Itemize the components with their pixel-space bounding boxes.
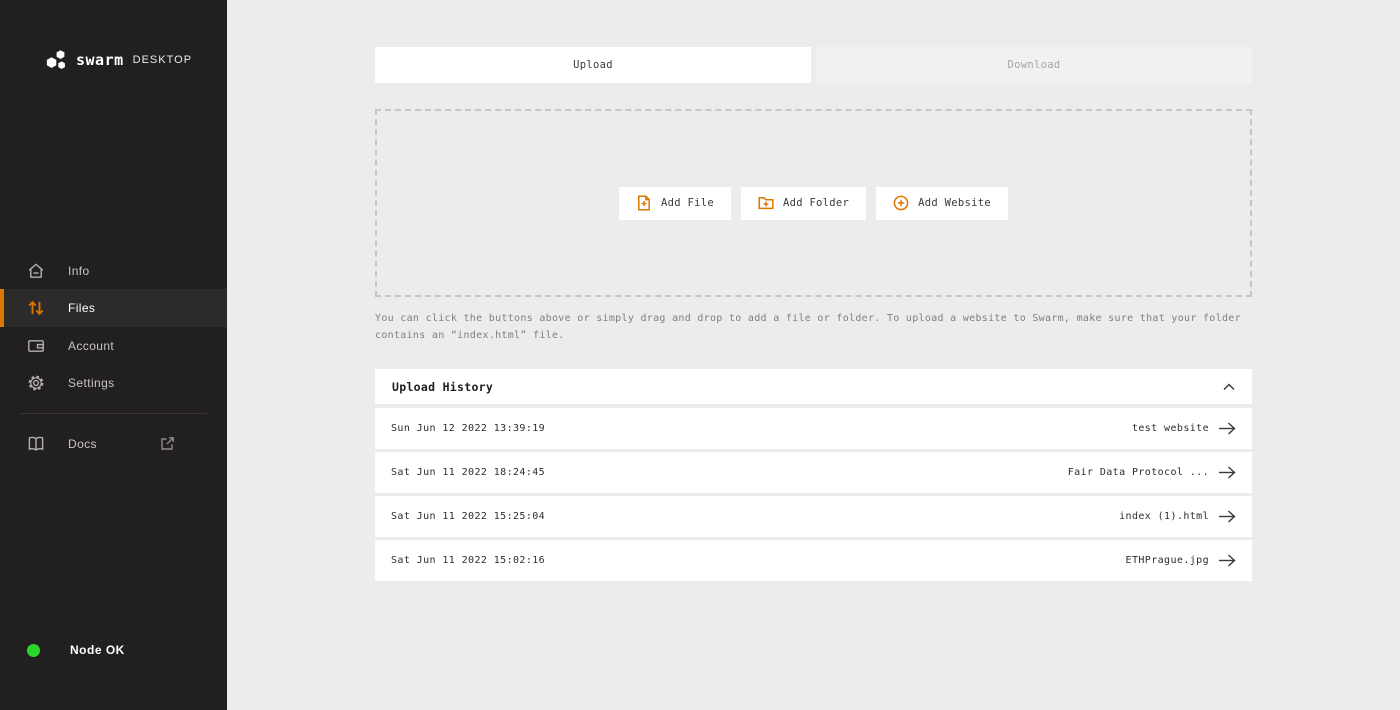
tab-upload[interactable]: Upload	[375, 47, 811, 83]
sidebar-item-docs[interactable]: Docs	[0, 425, 227, 462]
gear-icon	[27, 374, 45, 392]
add-folder-button[interactable]: Add Folder	[741, 187, 866, 220]
tab-upload-label: Upload	[573, 59, 613, 71]
external-link-icon	[159, 435, 176, 452]
upload-name: test website	[1132, 423, 1209, 434]
add-folder-label: Add Folder	[783, 197, 849, 209]
app-logo: swarm DESKTOP	[46, 49, 192, 70]
sidebar-item-label: Files	[68, 301, 95, 315]
upload-date: Sat Jun 11 2022 18:24:45	[391, 467, 545, 478]
swarm-logo-icon	[46, 49, 69, 70]
add-file-button[interactable]: Add File	[619, 187, 731, 220]
upload-date: Sat Jun 11 2022 15:25:04	[391, 511, 545, 522]
open-arrow-icon[interactable]	[1218, 422, 1236, 435]
upload-entry: ETHPrague.jpg	[1126, 554, 1236, 567]
add-file-label: Add File	[661, 197, 714, 209]
node-status-label: Node OK	[70, 643, 125, 657]
sidebar-item-label: Settings	[68, 376, 115, 390]
upload-download-tabs: Upload Download	[375, 47, 1252, 83]
upload-date: Sat Jun 11 2022 15:02:16	[391, 555, 545, 566]
tab-download[interactable]: Download	[816, 47, 1252, 83]
chevron-up-icon[interactable]	[1223, 383, 1235, 391]
book-icon	[27, 435, 45, 453]
upload-date: Sun Jun 12 2022 13:39:19	[391, 423, 545, 434]
node-status-dot	[27, 644, 40, 657]
upload-entry: test website	[1132, 422, 1236, 435]
sidebar-divider	[20, 413, 207, 414]
file-dropzone[interactable]: Add File Add Folder Add Website	[375, 109, 1252, 297]
folder-plus-icon	[758, 195, 774, 211]
upload-history-row[interactable]: Sat Jun 11 2022 15:02:16 ETHPrague.jpg	[375, 540, 1252, 581]
upload-history-row[interactable]: Sat Jun 11 2022 18:24:45 Fair Data Proto…	[375, 452, 1252, 493]
tab-download-label: Download	[1008, 59, 1061, 71]
upload-name: ETHPrague.jpg	[1126, 555, 1209, 566]
open-arrow-icon[interactable]	[1218, 466, 1236, 479]
brand-suffix: DESKTOP	[133, 54, 192, 66]
upload-history-row[interactable]: Sat Jun 11 2022 15:25:04 index (1).html	[375, 496, 1252, 537]
sidebar-item-settings[interactable]: Settings	[0, 364, 227, 401]
add-website-button[interactable]: Add Website	[876, 187, 1008, 220]
sidebar-item-label: Docs	[68, 437, 97, 451]
sidebar-item-label: Account	[68, 339, 114, 353]
dropzone-help-text: You can click the buttons above or simpl…	[375, 311, 1252, 344]
transfer-arrows-icon	[27, 299, 45, 317]
sidebar-item-files[interactable]: Files	[0, 289, 227, 327]
wallet-icon	[27, 337, 45, 355]
circle-plus-icon	[893, 195, 909, 211]
brand-name: swarm	[76, 51, 124, 69]
upload-entry: Fair Data Protocol ...	[1068, 466, 1236, 479]
upload-history-header[interactable]: Upload History	[375, 369, 1252, 404]
upload-history-row[interactable]: Sun Jun 12 2022 13:39:19 test website	[375, 408, 1252, 449]
sidebar-item-label: Info	[68, 264, 90, 278]
sidebar-nav: Info Files Account Settings	[0, 252, 227, 462]
sidebar-item-account[interactable]: Account	[0, 327, 227, 364]
file-plus-icon	[636, 195, 652, 211]
open-arrow-icon[interactable]	[1218, 554, 1236, 567]
upload-history: Upload History Sun Jun 12 2022 13:39:19 …	[375, 369, 1252, 584]
sidebar: swarm DESKTOP Info Files Account	[0, 0, 227, 710]
add-website-label: Add Website	[918, 197, 991, 209]
home-icon	[27, 262, 45, 280]
sidebar-item-info[interactable]: Info	[0, 252, 227, 289]
dropzone-buttons: Add File Add Folder Add Website	[619, 187, 1008, 220]
open-arrow-icon[interactable]	[1218, 510, 1236, 523]
upload-entry: index (1).html	[1119, 510, 1236, 523]
upload-name: Fair Data Protocol ...	[1068, 467, 1209, 478]
upload-name: index (1).html	[1119, 511, 1209, 522]
node-status: Node OK	[27, 643, 125, 657]
upload-history-title: Upload History	[392, 380, 493, 394]
